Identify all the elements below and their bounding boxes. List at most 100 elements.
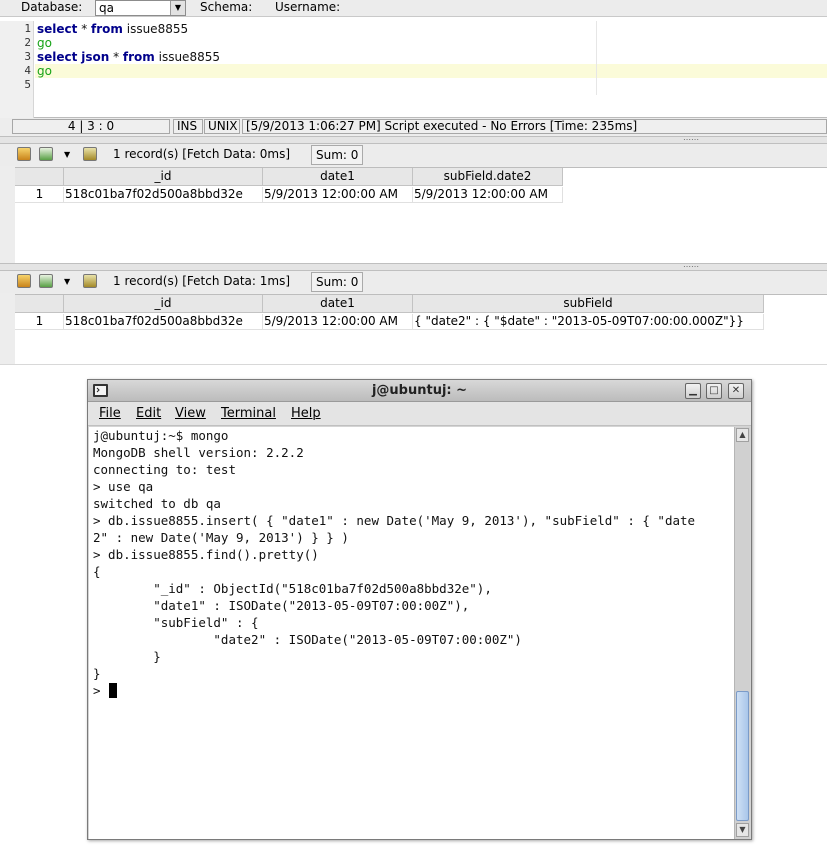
terminal-line: connecting to: test bbox=[93, 462, 236, 477]
results-toolbar: ▼ 1 record(s) [Fetch Data: 1ms] Sum: 0 bbox=[0, 271, 827, 293]
line-number: 5 bbox=[24, 78, 31, 91]
terminal-line: > bbox=[93, 683, 109, 698]
dropdown-arrow-icon[interactable]: ▼ bbox=[170, 1, 185, 15]
terminal-line: switched to db qa bbox=[93, 496, 221, 511]
table-cell[interactable]: 5/9/2013 12:00:00 AM bbox=[413, 187, 563, 203]
print-margin bbox=[596, 21, 597, 95]
terminal-line: MongoDB shell version: 2.2.2 bbox=[93, 445, 304, 460]
row-number[interactable]: 1 bbox=[15, 314, 64, 330]
refresh-icon[interactable] bbox=[83, 147, 97, 161]
line-number: 3 bbox=[24, 50, 31, 63]
terminal-titlebar[interactable]: j@ubuntuj: ~ ▁ □ ✕ bbox=[88, 380, 751, 402]
terminal-line: > use qa bbox=[93, 479, 154, 494]
terminal-scrollbar[interactable]: ▲ ▼ bbox=[734, 427, 750, 839]
sum-field: Sum: 0 bbox=[311, 272, 364, 292]
terminal-line: 2" : new Date('May 9, 2013') } } ) bbox=[93, 530, 349, 545]
row-number-header bbox=[15, 295, 64, 313]
line-number: 1 bbox=[24, 22, 31, 35]
export-icon[interactable] bbox=[17, 274, 31, 288]
terminal-line: "_id" : ObjectId("518c01ba7f02d500a8bbd3… bbox=[93, 581, 492, 596]
menu-help[interactable]: Help bbox=[291, 406, 321, 422]
excel-icon[interactable] bbox=[39, 274, 53, 288]
records-count: 1 record(s) [Fetch Data: 0ms] bbox=[113, 147, 291, 161]
menu-terminal[interactable]: Terminal bbox=[221, 406, 276, 422]
current-line-highlight bbox=[35, 64, 827, 78]
results-toolbar: ▼ 1 record(s) [Fetch Data: 0ms] Sum: 0 bbox=[0, 144, 827, 166]
sql-editor[interactable]: 12345 select * from issue8855 go select js… bbox=[0, 17, 827, 118]
sql-keyword: from bbox=[91, 22, 123, 36]
scroll-thumb[interactable] bbox=[736, 691, 749, 821]
code-line[interactable]: go bbox=[37, 36, 52, 50]
terminal-line: "date2" : ISODate("2013-05-09T07:00:00Z"… bbox=[93, 632, 522, 647]
line-number: 4 bbox=[24, 64, 31, 77]
terminal-output[interactable]: j@ubuntuj:~$ mongo MongoDB shell version:… bbox=[89, 427, 734, 839]
column-header[interactable]: subField.date2 bbox=[413, 168, 563, 186]
splitter-grip[interactable]: ⋯⋯ bbox=[683, 263, 699, 271]
scroll-up-icon[interactable]: ▲ bbox=[736, 428, 749, 442]
username-label: Username: bbox=[275, 0, 341, 14]
terminal-line: "date1" : ISODate("2013-05-09T07:00:00Z"… bbox=[93, 598, 470, 613]
code-line[interactable]: go bbox=[37, 64, 52, 78]
terminal-line: "subField" : { bbox=[93, 615, 259, 630]
menu-view[interactable]: View bbox=[175, 406, 206, 422]
terminal-cursor bbox=[109, 683, 117, 698]
batch-separator: go bbox=[37, 36, 52, 50]
table-cell[interactable]: 5/9/2013 12:00:00 AM bbox=[263, 314, 413, 330]
records-count: 1 record(s) [Fetch Data: 1ms] bbox=[113, 274, 291, 288]
export-icon[interactable] bbox=[17, 147, 31, 161]
sql-text: issue8855 bbox=[154, 50, 220, 64]
terminal-line: } bbox=[93, 666, 101, 681]
minimize-icon[interactable]: ▁ bbox=[685, 383, 701, 399]
cursor-position: 4 | 3 : 0 bbox=[12, 119, 170, 134]
splitter-results[interactable]: ⋯⋯ bbox=[0, 263, 827, 271]
column-header[interactable]: subField bbox=[413, 295, 764, 313]
results-grid[interactable]: _id date1 subField 1 518c01ba7f02d500a8bbd32… bbox=[15, 294, 827, 364]
code-line[interactable]: select json * from issue8855 bbox=[37, 50, 220, 64]
code-line[interactable]: select * from issue8855 bbox=[37, 22, 188, 36]
scroll-down-icon[interactable]: ▼ bbox=[736, 823, 749, 837]
terminal-line: > db.issue8855.find().pretty() bbox=[93, 547, 319, 562]
dropdown-arrow-icon[interactable]: ▼ bbox=[64, 274, 70, 289]
table-cell[interactable]: 5/9/2013 12:00:00 AM bbox=[263, 187, 413, 203]
batch-separator: go bbox=[37, 64, 52, 78]
dropdown-arrow-icon[interactable]: ▼ bbox=[64, 147, 70, 162]
refresh-icon[interactable] bbox=[83, 274, 97, 288]
database-select[interactable]: qa ▼ bbox=[95, 0, 186, 16]
line-ending: UNIX bbox=[204, 119, 240, 134]
row-number[interactable]: 1 bbox=[15, 187, 64, 203]
column-header[interactable]: date1 bbox=[263, 168, 413, 186]
database-label: Database: bbox=[21, 0, 83, 14]
column-header[interactable]: _id bbox=[64, 168, 263, 186]
terminal-line: j@ubuntuj:~$ mongo bbox=[93, 428, 229, 443]
sql-text: * bbox=[77, 22, 92, 36]
menu-file[interactable]: File bbox=[99, 406, 121, 422]
status-bar: 4 | 3 : 0 INS UNIX [5/9/2013 1:06:27 PM]… bbox=[12, 118, 827, 135]
column-header[interactable]: date1 bbox=[263, 295, 413, 313]
terminal-line: { bbox=[93, 564, 101, 579]
maximize-icon[interactable]: □ bbox=[706, 383, 722, 399]
sum-field: Sum: 0 bbox=[311, 145, 364, 165]
column-header[interactable]: _id bbox=[64, 295, 263, 313]
table-cell[interactable]: 518c01ba7f02d500a8bbd32e bbox=[64, 314, 263, 330]
line-number-gutter: 12345 bbox=[0, 21, 34, 118]
table-cell[interactable]: 518c01ba7f02d500a8bbd32e bbox=[64, 187, 263, 203]
splitter-editor-results[interactable]: ⋯⋯ bbox=[0, 136, 827, 144]
results-grid[interactable]: _id date1 subField.date2 1 518c01ba7f02d500a… bbox=[15, 167, 827, 264]
connection-toolbar: Database: qa ▼ Schema: Username: bbox=[0, 0, 827, 17]
terminal-menubar: File Edit View Terminal Help bbox=[88, 402, 751, 426]
sql-keyword: select bbox=[37, 22, 78, 36]
close-icon[interactable]: ✕ bbox=[728, 383, 744, 399]
sql-keyword: from bbox=[122, 50, 155, 64]
insert-mode: INS bbox=[173, 119, 203, 134]
sql-text: issue8855 bbox=[122, 22, 189, 36]
terminal-window[interactable]: j@ubuntuj: ~ ▁ □ ✕ File Edit View Terminal H… bbox=[87, 379, 752, 840]
menu-edit[interactable]: Edit bbox=[136, 406, 161, 422]
table-cell[interactable]: { "date2" : { "$date" : "2013-05-09T07:0… bbox=[413, 314, 764, 330]
terminal-line: } bbox=[93, 649, 161, 664]
database-value: qa bbox=[99, 1, 114, 15]
row-number-header bbox=[15, 168, 64, 186]
status-message: [5/9/2013 1:06:27 PM] Script executed - … bbox=[242, 119, 827, 134]
sql-keyword: select bbox=[37, 50, 78, 64]
line-number: 2 bbox=[24, 36, 31, 49]
excel-icon[interactable] bbox=[39, 147, 53, 161]
